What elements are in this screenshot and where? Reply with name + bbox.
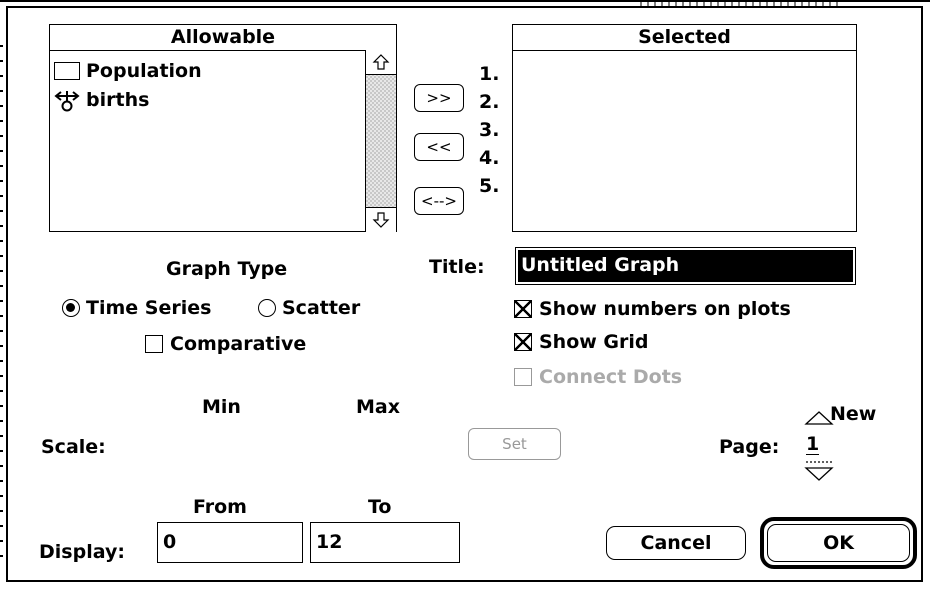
ok-button[interactable]: OK: [767, 524, 910, 562]
comparative-label: Comparative: [170, 333, 307, 355]
add-selected-button[interactable]: >>: [414, 84, 464, 112]
slot-numbers: 1. 2. 3. 4. 5.: [479, 60, 509, 200]
min-header: Min: [202, 396, 241, 418]
slot-number: 2.: [479, 91, 500, 113]
show-grid-checkbox[interactable]: Show Grid: [514, 331, 649, 353]
swap-selected-button[interactable]: <-->: [414, 187, 464, 215]
ok-button-default-ring: OK: [760, 517, 917, 569]
selected-list[interactable]: Selected: [512, 24, 857, 232]
page-label: Page:: [719, 436, 780, 458]
display-from-input[interactable]: 0: [157, 522, 303, 563]
flow-valve-icon: [54, 91, 80, 112]
remove-selected-button[interactable]: <<: [414, 133, 464, 161]
radio-unselected-icon: [258, 299, 276, 317]
to-header: To: [368, 496, 392, 518]
title-label: Title:: [429, 256, 485, 278]
list-item-population[interactable]: Population: [54, 58, 202, 84]
scatter-label: Scatter: [282, 297, 361, 319]
checkbox-checked-icon: [514, 333, 532, 351]
comparative-checkbox[interactable]: Comparative: [145, 333, 306, 355]
connect-dots-label: Connect Dots: [539, 366, 683, 388]
max-header: Max: [356, 396, 400, 418]
slot-number: 3.: [479, 119, 500, 141]
show-numbers-label: Show numbers on plots: [539, 298, 791, 320]
set-button[interactable]: Set: [468, 428, 561, 460]
graph-type-heading: Graph Type: [166, 258, 288, 280]
list-item-births[interactable]: births: [54, 87, 149, 113]
connect-dots-checkbox: Connect Dots: [514, 366, 682, 388]
display-label: Display:: [39, 541, 125, 563]
title-input[interactable]: Untitled Graph: [515, 247, 856, 285]
background-window-edge: [0, 45, 3, 565]
list-item-label: births: [86, 89, 150, 111]
display-to-input[interactable]: 12: [310, 522, 460, 563]
page-down-arrow-icon[interactable]: [804, 460, 834, 487]
title-input-value: Untitled Graph: [518, 250, 853, 282]
checkbox-checked-icon: [514, 300, 532, 318]
page-new-label: New: [830, 403, 877, 425]
slot-number: 1.: [479, 63, 500, 85]
slot-number: 4.: [479, 147, 500, 169]
scroll-up-arrow-icon[interactable]: [366, 50, 396, 75]
scatter-radio[interactable]: Scatter: [258, 297, 360, 319]
cancel-button[interactable]: Cancel: [606, 526, 746, 560]
checkbox-icon: [145, 335, 163, 353]
scroll-down-arrow-icon[interactable]: [366, 207, 396, 232]
allowable-scrollbar[interactable]: [365, 50, 396, 232]
allowable-list-header: Allowable: [50, 25, 396, 51]
page-value: 1: [806, 433, 820, 455]
radio-selected-icon: [62, 299, 80, 317]
checkbox-disabled-icon: [514, 368, 532, 386]
show-grid-label: Show Grid: [539, 331, 649, 353]
time-series-label: Time Series: [86, 297, 212, 319]
slot-number: 5.: [479, 175, 500, 197]
from-header: From: [193, 496, 247, 518]
stock-box-icon: [54, 62, 80, 80]
show-numbers-checkbox[interactable]: Show numbers on plots: [514, 298, 791, 320]
scale-label: Scale:: [41, 436, 106, 458]
time-series-radio[interactable]: Time Series: [62, 297, 211, 319]
selected-list-header: Selected: [513, 25, 856, 51]
list-item-label: Population: [86, 60, 202, 82]
allowable-list[interactable]: Allowable Population births: [49, 24, 397, 232]
